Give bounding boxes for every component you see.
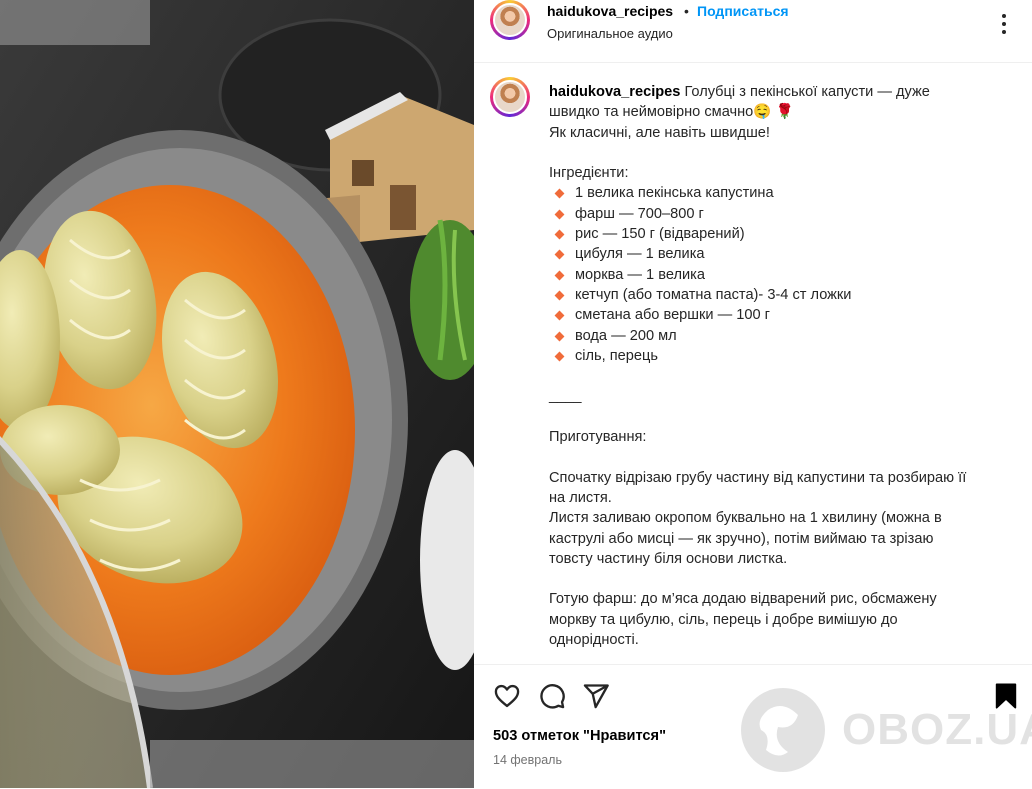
ingredients-title: Інгредієнти: — [549, 165, 629, 182]
ingredient-item: 1 велика пекінська капустина — [549, 183, 969, 203]
ingredient-item: цибуля — 1 велика — [549, 244, 969, 264]
preparation-step-1: Спочатку відрізаю грубу частину від капу… — [549, 469, 967, 506]
post-panel: haidukova_recipes • Подписаться Оригинал… — [474, 0, 1032, 788]
ingredient-item: вода — 200 мл — [549, 326, 969, 346]
audio-link[interactable]: Оригинальное аудио — [547, 26, 673, 41]
watermark-text: OBOZ.UA — [842, 705, 1032, 754]
author-username[interactable]: haidukova_recipes — [547, 3, 673, 19]
ingredients-list: 1 велика пекінська капустина фарш — 700–… — [549, 183, 969, 366]
caption-avatar[interactable] — [490, 77, 530, 117]
ingredient-item: морква — 1 велика — [549, 265, 969, 285]
post-header: haidukova_recipes • Подписаться Оригинал… — [474, 0, 1032, 63]
likes-count[interactable]: 503 отметок "Нравится" — [493, 728, 666, 744]
preparation-title: Приготування: — [549, 429, 647, 446]
globe-logo-icon — [741, 688, 825, 772]
heart-icon[interactable] — [493, 682, 521, 710]
cabbage-rolls-photo — [0, 0, 474, 788]
post-caption: haidukova_recipes Голубці з пекінської к… — [474, 63, 1032, 664]
comment-icon[interactable] — [538, 682, 566, 710]
site-watermark: OBOZ.UA — [738, 685, 1032, 775]
ingredient-item: сметана або вершки — 100 г — [549, 305, 969, 325]
divider-text: ____ — [549, 388, 582, 405]
caption-username[interactable]: haidukova_recipes — [549, 84, 680, 100]
follow-button[interactable]: Подписаться — [697, 3, 789, 19]
ingredient-item: рис — 150 г (відварений) — [549, 224, 969, 244]
ingredient-item: кетчуп (або томатна паста)- 3-4 ст ложки — [549, 285, 969, 305]
caption-line-2: Як класичні, але навіть швидше! — [549, 124, 770, 141]
ingredient-item: сіль, перець — [549, 346, 969, 366]
post-actions: 503 отметок "Нравится" 14 февраль OBOZ.U… — [474, 664, 1032, 789]
preparation-step-2: Листя заливаю окропом буквально на 1 хви… — [549, 510, 942, 567]
post-date[interactable]: 14 февраль — [493, 753, 562, 767]
preparation-step-3: Готую фарш: до м’яса додаю відварений ри… — [549, 591, 937, 649]
ingredient-item: фарш — 700–800 г — [549, 204, 969, 224]
avatar[interactable] — [490, 0, 530, 40]
share-icon[interactable] — [582, 682, 610, 710]
separator-dot: • — [684, 3, 689, 19]
post-media[interactable] — [0, 0, 474, 788]
caption-text: haidukova_recipes Голубці з пекінської к… — [549, 82, 969, 650]
close-icon[interactable] — [992, 12, 1016, 36]
